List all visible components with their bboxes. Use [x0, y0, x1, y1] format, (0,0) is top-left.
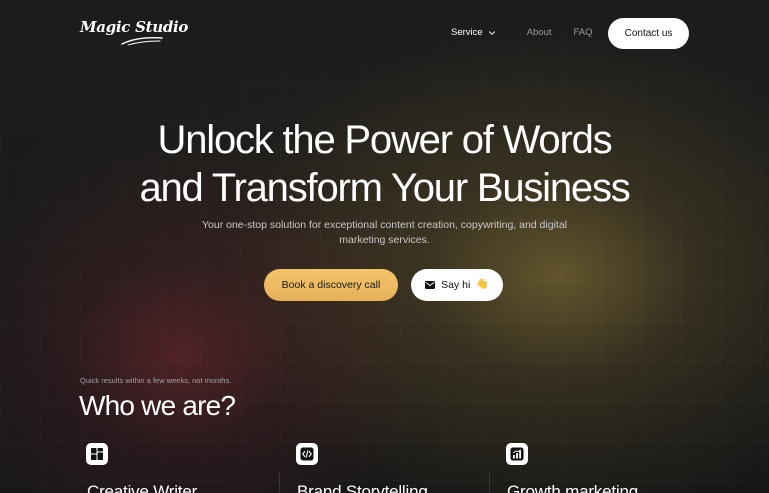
section-eyebrow: Quick results within a few weeks, not mo…: [80, 376, 232, 385]
feature-title-brand-storytelling: Brand Storytelling: [297, 482, 428, 493]
say-hi-button[interactable]: Say hi 👋: [411, 269, 503, 301]
say-hi-label: Say hi: [441, 279, 471, 291]
site-header: Magic Studio Service About FAQ Contact u…: [0, 0, 769, 66]
book-discovery-call-button[interactable]: Book a discovery call: [264, 269, 398, 301]
nav-service[interactable]: Service: [451, 27, 496, 38]
main-nav: Service About FAQ: [451, 27, 593, 38]
hero-title-line-2: and Transform Your Business: [139, 166, 630, 210]
feature-title-creative-writer: Creative Writer: [87, 482, 198, 493]
code-icon: [296, 443, 318, 465]
landing-page: Magic Studio Service About FAQ Contact u…: [0, 0, 769, 493]
nav-faq[interactable]: FAQ: [574, 27, 593, 38]
feature-divider: [489, 471, 490, 493]
mail-icon: [425, 281, 436, 289]
hero-title-line-1: Unlock the Power of Words: [157, 118, 613, 162]
nav-about[interactable]: About: [527, 27, 552, 38]
chevron-down-icon: [488, 30, 495, 35]
grid-icon: [86, 443, 108, 465]
logo-swash-icon: [121, 37, 163, 46]
feature-divider: [279, 471, 280, 493]
logo[interactable]: Magic Studio: [80, 18, 188, 36]
nav-service-label: Service: [451, 27, 483, 38]
section-title: Who we are?: [79, 390, 236, 421]
feature-title-growth-marketing: Growth marketing: [507, 482, 638, 493]
hero-title: Unlock the Power of Words and Transform …: [0, 116, 769, 212]
hero-subtitle: Your one-stop solution for exceptional c…: [201, 219, 567, 246]
contact-us-button[interactable]: Contact us: [608, 18, 689, 49]
waving-hand-icon: 👋: [476, 279, 489, 290]
bar-chart-icon: [506, 443, 528, 465]
